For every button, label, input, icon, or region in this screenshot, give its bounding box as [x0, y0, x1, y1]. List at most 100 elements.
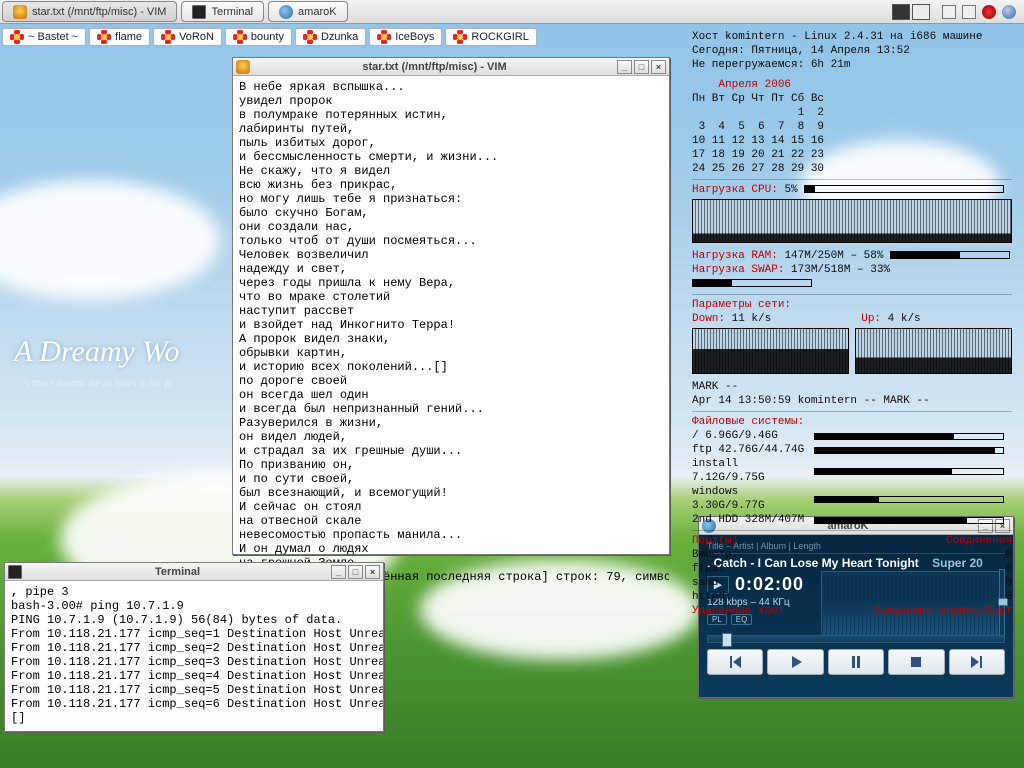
contact-item[interactable]: ~ Bastet ~ — [2, 28, 86, 46]
tray-icon-flower[interactable] — [982, 5, 996, 19]
local-service-label: Локальный сервис/Порт — [873, 604, 1012, 618]
fs-row: windows 3.30G/9.77G — [692, 485, 1012, 513]
flower-icon — [453, 30, 467, 44]
minimize-button[interactable]: _ — [331, 565, 346, 579]
wallpaper-subtitle: A man's dreams are an index to his gr — [22, 378, 172, 389]
vim-icon — [13, 5, 27, 19]
remote-host-label: Удаленный хост — [692, 604, 784, 618]
tray-icon[interactable] — [942, 5, 956, 19]
taskbar-item-terminal[interactable]: Terminal — [181, 1, 264, 22]
tray-icon[interactable] — [962, 5, 976, 19]
contact-label: IceBoys — [395, 31, 434, 43]
contact-bar: ~ Bastet ~ flame VoRoN bounty Dzunka Ice… — [2, 28, 537, 46]
port-row: sshd:0 — [692, 576, 1012, 590]
sysmon-uptime: Не перегружаемся: 6h 21m — [692, 58, 1012, 72]
up-value: 4 k/s — [888, 313, 921, 325]
swap-label: Нагрузка SWAP: — [692, 264, 784, 276]
net-label: Параметры сети: — [692, 298, 1012, 312]
window-terminal[interactable]: Terminal _ □ × , pipe 3 bash-3.00# ping … — [4, 562, 384, 732]
port-row: Вместе:0 — [692, 548, 1012, 562]
system-monitor-overlay: Хост komintern - Linux 2.4.31 на i686 ма… — [692, 30, 1012, 618]
fs-row: install 7.12G/9.75G — [692, 457, 1012, 485]
next-button[interactable] — [949, 649, 1005, 675]
fs-label: Файловые системы: — [692, 415, 1012, 429]
sysmon-host: Хост komintern - Linux 2.4.31 на i686 ма… — [692, 30, 1012, 44]
play-button[interactable] — [767, 649, 823, 675]
net-down-graph — [692, 328, 849, 374]
seek-bar[interactable] — [707, 635, 1005, 643]
titlebar[interactable]: star.txt (/mnt/ftp/misc) - VIM _ □ × — [233, 58, 669, 76]
window-icon — [236, 60, 250, 74]
pager-desk-1[interactable] — [892, 4, 910, 20]
calendar-row: 3 4 5 6 7 8 9 — [692, 120, 1012, 134]
calendar-head: Пн Вт Ср Чт Пт Сб Вс — [692, 92, 1012, 106]
contact-item[interactable]: bounty — [225, 28, 292, 46]
taskbar-item-vim[interactable]: star.txt (/mnt/ftp/misc) - VIM — [2, 1, 177, 22]
fs-row: / 6.96G/9.46G — [692, 429, 1012, 443]
vim-editor-content[interactable]: В небе яркая вспышка... увидел пророк в … — [233, 76, 669, 588]
calendar-title: Апреля 2006 — [692, 78, 1012, 92]
cpu-value: 5% — [784, 184, 797, 196]
flower-icon — [233, 30, 247, 44]
system-tray — [884, 0, 1024, 23]
calendar-row: 24 25 26 27 28 29 30 — [692, 162, 1012, 176]
cpu-label: Нагрузка CPU: — [692, 184, 778, 196]
port-row: httpd:0 — [692, 590, 1012, 604]
pause-button[interactable] — [828, 649, 884, 675]
calendar-row: 1 2 — [692, 106, 1012, 120]
taskbar-item-label: amaroK — [298, 6, 337, 18]
contact-label: ~ Bastet ~ — [28, 31, 78, 43]
ports-label: Порт(ы) — [692, 534, 738, 548]
taskbar-item-label: Terminal — [211, 6, 253, 18]
contact-item[interactable]: flame — [89, 28, 150, 46]
calendar-row: 10 11 12 13 14 15 16 — [692, 134, 1012, 148]
sysmon-date: Сегодня: Пятница, 14 Апреля 13:52 — [692, 44, 1012, 58]
contact-item[interactable]: VoRoN — [153, 28, 222, 46]
flower-icon — [10, 30, 24, 44]
contact-label: VoRoN — [179, 31, 214, 43]
maximize-button[interactable]: □ — [634, 60, 649, 74]
maximize-button[interactable]: □ — [348, 565, 363, 579]
titlebar[interactable]: Terminal _ □ × — [5, 563, 383, 581]
taskbar-item-amarok[interactable]: amaroK — [268, 1, 348, 22]
calendar-row: 17 18 19 20 21 22 23 — [692, 148, 1012, 162]
flower-icon — [303, 30, 317, 44]
ram-value: 147M/250M – 58% — [784, 250, 883, 262]
taskbar-item-label: star.txt (/mnt/ftp/misc) - VIM — [32, 6, 166, 18]
pager-desk-2[interactable] — [912, 4, 930, 20]
ram-label: Нагрузка RAM: — [692, 250, 778, 262]
flower-icon — [377, 30, 391, 44]
down-label: Down: — [692, 313, 725, 325]
fs-row: ftp 42.76G/44.74G — [692, 443, 1012, 457]
minimize-button[interactable]: _ — [617, 60, 632, 74]
flower-icon — [97, 30, 111, 44]
contact-label: ROCKGIRL — [471, 31, 528, 43]
window-title: star.txt (/mnt/ftp/misc) - VIM — [254, 61, 615, 73]
contact-item[interactable]: Dzunka — [295, 28, 366, 46]
swap-value: 173M/518M – 33% — [791, 264, 890, 276]
close-button[interactable]: × — [651, 60, 666, 74]
terminal-content[interactable]: , pipe 3 bash-3.00# ping 10.7.1.9 PING 1… — [5, 581, 383, 729]
port-row: ftpd:0 — [692, 562, 1012, 576]
syslog-mark: MARK -- — [692, 380, 1012, 394]
down-value: 11 k/s — [732, 313, 772, 325]
flower-icon — [161, 30, 175, 44]
tray-icon-globe[interactable] — [1002, 5, 1016, 19]
close-button[interactable]: × — [365, 565, 380, 579]
window-icon — [8, 565, 22, 579]
connections-label: Соединения — [946, 534, 1012, 548]
net-up-graph — [855, 328, 1012, 374]
prev-button[interactable] — [707, 649, 763, 675]
cpu-graph — [692, 199, 1012, 243]
window-title: Terminal — [26, 566, 329, 578]
stop-button[interactable] — [888, 649, 944, 675]
window-vim[interactable]: star.txt (/mnt/ftp/misc) - VIM _ □ × В н… — [232, 57, 670, 555]
fs-row: 2nd HDD 328M/407M — [692, 513, 1012, 527]
contact-label: bounty — [251, 31, 284, 43]
up-label: Up: — [861, 313, 881, 325]
desktop-pager[interactable] — [892, 4, 930, 20]
taskbar: star.txt (/mnt/ftp/misc) - VIM Terminal … — [0, 0, 1024, 24]
amarok-icon — [279, 5, 293, 19]
contact-item[interactable]: ROCKGIRL — [445, 28, 536, 46]
contact-item[interactable]: IceBoys — [369, 28, 442, 46]
